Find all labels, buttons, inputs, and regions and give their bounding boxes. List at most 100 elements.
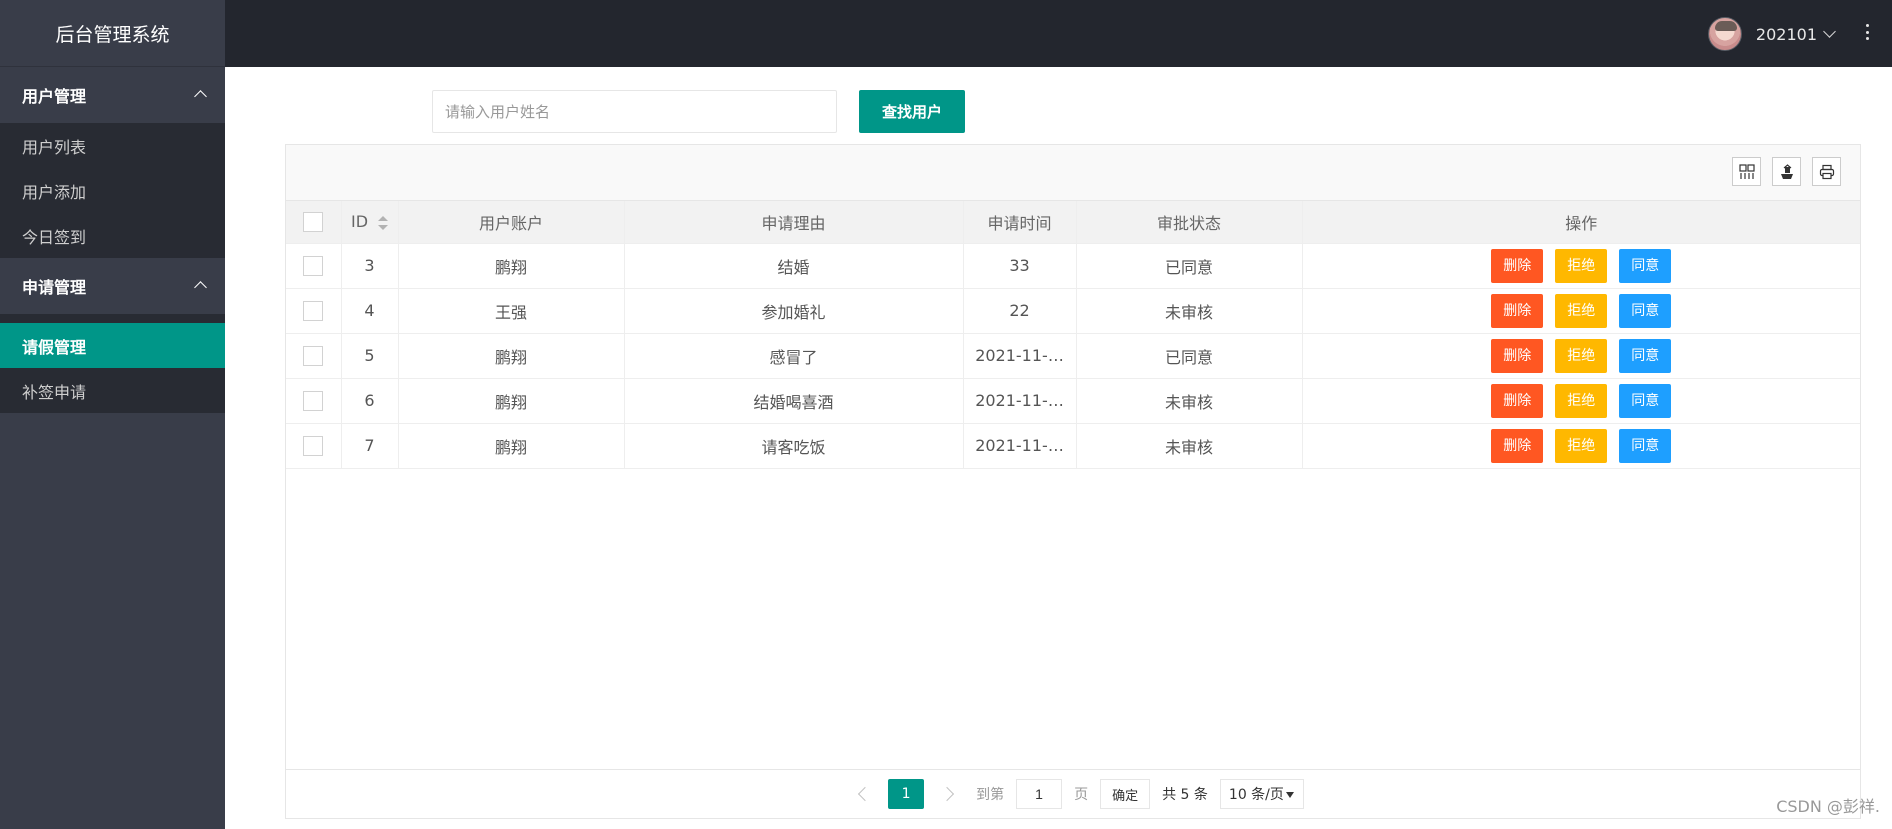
sidebar: 后台管理系统 用户管理 用户列表 用户添加 今日签到 申请管理 请假管理 补签申… xyxy=(0,0,225,829)
table-row: 4 王强 参加婚礼 22 未审核 删除 拒绝 同意 xyxy=(286,288,1860,334)
leave-table: ID 用户账户 申请理由 申请时间 审批状态 操作 3 鹏翔 结婚 33 已同意 xyxy=(286,201,1860,469)
chevron-up-icon xyxy=(194,90,207,103)
goto-label: 到第 xyxy=(976,787,1005,803)
sidebar-item-user-list[interactable]: 用户列表 xyxy=(0,123,225,168)
cell-id: 6 xyxy=(341,378,399,424)
page-size-value: 10 条/页 xyxy=(1228,787,1284,803)
nav-group-user-management[interactable]: 用户管理 xyxy=(0,67,225,123)
cell-reason: 请客吃饭 xyxy=(624,423,964,469)
cell-actions: 删除 拒绝 同意 xyxy=(1302,333,1860,379)
table-row: 3 鹏翔 结婚 33 已同意 删除 拒绝 同意 xyxy=(286,243,1860,289)
nav-group-label: 申请管理 xyxy=(22,278,87,297)
delete-button[interactable]: 删除 xyxy=(1491,428,1544,463)
nav-group-application-management[interactable]: 申请管理 xyxy=(0,258,225,314)
sidebar-item-leave-management[interactable]: 请假管理 xyxy=(0,323,225,368)
delete-button[interactable]: 删除 xyxy=(1491,383,1544,418)
chevron-down-icon xyxy=(1823,24,1836,38)
cell-time: 2021-11-… xyxy=(963,378,1077,424)
cell-time: 33 xyxy=(963,243,1077,289)
cell-account: 王强 xyxy=(398,288,625,334)
refuse-button[interactable]: 拒绝 xyxy=(1555,428,1608,463)
prev-page-icon[interactable] xyxy=(858,786,873,802)
nav-sub-application-management: 请假管理 补签申请 xyxy=(0,314,225,413)
page-size-select[interactable]: 10 条/页 xyxy=(1219,779,1304,809)
select-all-cell xyxy=(286,201,342,244)
cell-time: 2021-11-… xyxy=(963,333,1077,379)
cell-status: 未审核 xyxy=(1076,378,1303,424)
agree-button[interactable]: 同意 xyxy=(1619,383,1672,418)
search-input[interactable] xyxy=(432,90,837,133)
cell-id: 3 xyxy=(341,243,399,289)
refuse-button[interactable]: 拒绝 xyxy=(1555,383,1608,418)
pagination: 1 到第 页 确定 共 5 条 10 条/页 xyxy=(286,769,1860,818)
row-checkbox[interactable] xyxy=(303,300,324,321)
agree-button[interactable]: 同意 xyxy=(1619,293,1672,328)
refuse-button[interactable]: 拒绝 xyxy=(1555,248,1608,283)
confirm-jump-button[interactable]: 确定 xyxy=(1100,779,1151,809)
app-logo-title: 后台管理系统 xyxy=(0,0,225,67)
search-user-button[interactable]: 查找用户 xyxy=(859,90,965,133)
col-header-status: 审批状态 xyxy=(1076,201,1303,244)
table-row: 6 鹏翔 结婚喝喜酒 2021-11-… 未审核 删除 拒绝 同意 xyxy=(286,378,1860,424)
col-header-time: 申请时间 xyxy=(963,201,1077,244)
agree-button[interactable]: 同意 xyxy=(1619,248,1672,283)
col-header-id[interactable]: ID xyxy=(341,201,399,244)
sort-icon[interactable] xyxy=(378,215,389,230)
app-root: 后台管理系统 用户管理 用户列表 用户添加 今日签到 申请管理 请假管理 补签申… xyxy=(0,0,1892,829)
chevron-up-icon xyxy=(194,281,207,294)
agree-button[interactable]: 同意 xyxy=(1619,338,1672,373)
cell-actions: 删除 拒绝 同意 xyxy=(1302,288,1860,334)
cell-id: 7 xyxy=(341,423,399,469)
cell-account: 鹏翔 xyxy=(398,423,625,469)
col-header-actions: 操作 xyxy=(1302,201,1860,244)
username: 202101 xyxy=(1755,24,1817,44)
page-label: 页 xyxy=(1074,787,1089,803)
delete-button[interactable]: 删除 xyxy=(1491,248,1544,283)
col-header-label: ID xyxy=(350,212,369,232)
table-header-row: ID 用户账户 申请理由 申请时间 审批状态 操作 xyxy=(286,201,1860,244)
more-vertical-icon[interactable] xyxy=(1866,24,1870,40)
caret-down-icon xyxy=(1285,792,1294,798)
cell-status: 未审核 xyxy=(1076,288,1303,334)
user-menu[interactable]: 202101 xyxy=(1707,17,1836,51)
goto-page-input[interactable] xyxy=(1016,779,1063,809)
sidebar-item-makeup-checkin[interactable]: 补签申请 xyxy=(0,368,225,413)
export-icon[interactable] xyxy=(1772,157,1801,186)
row-checkbox[interactable] xyxy=(303,255,324,276)
cell-account: 鹏翔 xyxy=(398,243,625,289)
nav-sub-user-management: 用户列表 用户添加 今日签到 xyxy=(0,123,225,258)
cell-actions: 删除 拒绝 同意 xyxy=(1302,243,1860,289)
watermark: CSDN @彭祥. xyxy=(1776,797,1880,816)
row-checkbox[interactable] xyxy=(303,345,324,366)
select-all-checkbox[interactable] xyxy=(303,212,324,232)
refuse-button[interactable]: 拒绝 xyxy=(1555,293,1608,328)
columns-filter-icon[interactable] xyxy=(1732,157,1761,186)
row-checkbox[interactable] xyxy=(303,390,324,411)
current-page-button[interactable]: 1 xyxy=(888,779,925,809)
cell-time: 22 xyxy=(963,288,1077,334)
refuse-button[interactable]: 拒绝 xyxy=(1555,338,1608,373)
top-header: 202101 xyxy=(225,0,1892,67)
sidebar-item-user-add[interactable]: 用户添加 xyxy=(0,168,225,213)
sidebar-item-today-checkin[interactable]: 今日签到 xyxy=(0,213,225,258)
table-toolbar xyxy=(286,145,1860,201)
col-header-account: 用户账户 xyxy=(398,201,625,244)
agree-button[interactable]: 同意 xyxy=(1619,428,1672,463)
cell-account: 鹏翔 xyxy=(398,378,625,424)
cell-actions: 删除 拒绝 同意 xyxy=(1302,423,1860,469)
cell-actions: 删除 拒绝 同意 xyxy=(1302,378,1860,424)
print-icon[interactable] xyxy=(1812,157,1841,186)
row-checkbox[interactable] xyxy=(303,435,324,456)
nav-group-label: 用户管理 xyxy=(22,87,87,106)
table-panel: ID 用户账户 申请理由 申请时间 审批状态 操作 3 鹏翔 结婚 33 已同意 xyxy=(285,144,1861,819)
table-row: 5 鹏翔 感冒了 2021-11-… 已同意 删除 拒绝 同意 xyxy=(286,333,1860,379)
cell-reason: 结婚喝喜酒 xyxy=(624,378,964,424)
total-count: 共 5 条 xyxy=(1162,787,1208,803)
delete-button[interactable]: 删除 xyxy=(1491,293,1544,328)
delete-button[interactable]: 删除 xyxy=(1491,338,1544,373)
next-page-icon[interactable] xyxy=(940,786,955,802)
cell-reason: 参加婚礼 xyxy=(624,288,964,334)
cell-status: 已同意 xyxy=(1076,243,1303,289)
avatar xyxy=(1707,17,1742,51)
cell-reason: 结婚 xyxy=(624,243,964,289)
